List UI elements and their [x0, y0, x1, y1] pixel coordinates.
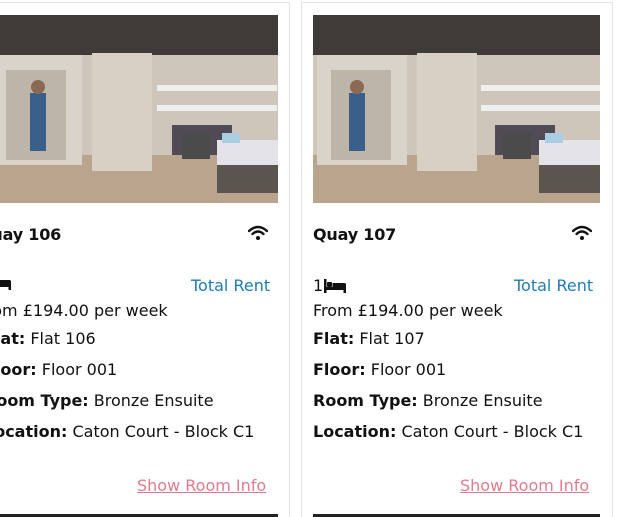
show-room-info-link[interactable]: Show Room Info — [137, 476, 266, 495]
flat-label: Flat: — [0, 329, 26, 348]
location-row: Location: Caton Court - Block C1 — [0, 422, 254, 441]
bed-icon — [0, 280, 11, 290]
price-text: From £194.00 per week — [313, 301, 503, 320]
location-label: Location: — [313, 422, 397, 441]
room-title: Quay 107 — [313, 225, 397, 244]
flat-row: Flat: Flat 106 — [0, 329, 96, 348]
room-photo-image — [0, 15, 278, 203]
room-type-label: Room Type: — [313, 391, 418, 410]
bed-icon — [324, 278, 347, 293]
flat-value: Flat 107 — [354, 329, 425, 348]
room-photo-image — [313, 15, 600, 203]
flat-label: Flat: — [313, 329, 355, 348]
bed-count: 1 — [313, 276, 347, 295]
location-value: Caton Court - Block C1 — [67, 422, 255, 441]
room-title: Quay 106 — [0, 225, 62, 244]
room-type-row: Room Type: Bronze Ensuite — [0, 391, 214, 410]
room-type-label: Room Type: — [0, 391, 89, 410]
location-row: Location: Caton Court - Block C1 — [313, 422, 583, 441]
floor-row: Floor: Floor 001 — [0, 360, 117, 379]
total-rent-label: Total Rent — [514, 276, 594, 295]
floor-value: Floor 001 — [36, 360, 118, 379]
bed-count-value: 1 — [313, 276, 324, 295]
bed-count — [0, 276, 11, 290]
room-card: Quay 107 1 Total Rent From £194.00 per w… — [301, 2, 613, 517]
room-type-row: Room Type: Bronze Ensuite — [313, 391, 543, 410]
location-value: Caton Court - Block C1 — [396, 422, 584, 441]
location-label: Location: — [0, 422, 68, 441]
room-photo[interactable] — [313, 15, 600, 203]
show-room-info-link[interactable]: Show Room Info — [460, 476, 589, 495]
room-type-value: Bronze Ensuite — [88, 391, 214, 410]
flat-value: Flat 106 — [25, 329, 96, 348]
floor-value: Floor 001 — [365, 360, 447, 379]
room-photo[interactable] — [0, 15, 278, 203]
floor-label: Floor: — [313, 360, 366, 379]
total-rent-label: Total Rent — [191, 276, 271, 295]
room-card: Quay 106 Total Rent From £194.00 per wee… — [0, 2, 290, 517]
floor-row: Floor: Floor 001 — [313, 360, 446, 379]
room-type-value: Bronze Ensuite — [417, 391, 543, 410]
wifi-icon — [572, 225, 592, 240]
price-text: From £194.00 per week — [0, 301, 168, 320]
flat-row: Flat: Flat 107 — [313, 329, 425, 348]
floor-label: Floor: — [0, 360, 37, 379]
wifi-icon — [248, 225, 268, 240]
